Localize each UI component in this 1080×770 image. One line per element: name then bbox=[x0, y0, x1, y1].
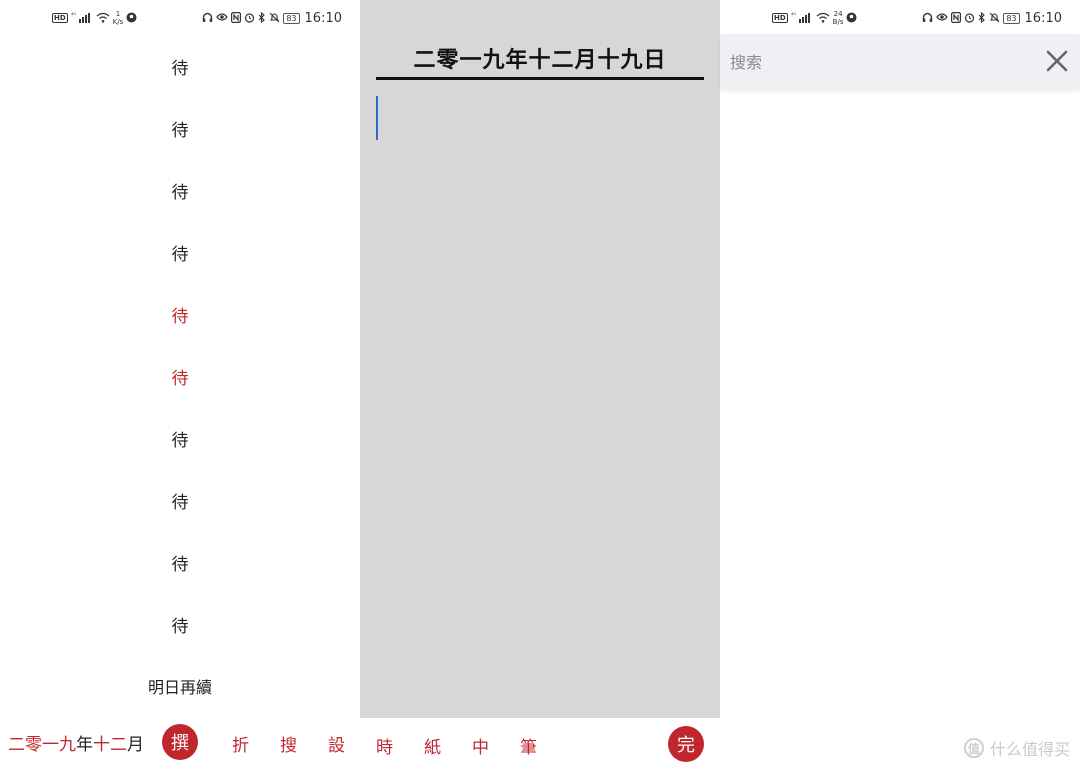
middle-button[interactable]: 中 bbox=[472, 733, 489, 758]
entry-list-panel: HD ⁴ᴳ 1 K/s 83 16:10 待 待 待 待 待 待 待 待 待 待… bbox=[0, 0, 360, 718]
list-item[interactable]: 待 bbox=[0, 302, 360, 327]
status-bar: HD ⁴ᴳ 1 K/s 83 16:10 bbox=[52, 0, 342, 36]
list-item[interactable]: 待 bbox=[0, 426, 360, 451]
nfc-icon bbox=[951, 11, 962, 25]
signal-icon: ⁴ᴳ bbox=[791, 11, 813, 25]
list-item[interactable]: 待 bbox=[0, 116, 360, 141]
settings-button[interactable]: 設 bbox=[328, 731, 345, 756]
compose-button[interactable]: 撰 bbox=[162, 724, 198, 760]
alarm-icon bbox=[244, 12, 255, 25]
watermark: 值 什么值得买 bbox=[963, 736, 1070, 760]
journal-editor-panel[interactable]: 二零一九年十二月十九日 bbox=[360, 0, 720, 718]
clock-time: 16:10 bbox=[1024, 10, 1062, 26]
wifi-icon bbox=[96, 12, 110, 25]
eye-icon bbox=[936, 12, 949, 24]
svg-text:⁴ᴳ: ⁴ᴳ bbox=[791, 12, 796, 19]
clock-time: 16:10 bbox=[304, 10, 342, 26]
list-item[interactable]: 待 bbox=[0, 178, 360, 203]
list-item[interactable]: 待 bbox=[0, 488, 360, 513]
search-panel: HD ⁴ᴳ 24 B/s 83 16:10 搜索 bbox=[720, 0, 1080, 718]
mute-icon bbox=[269, 12, 280, 25]
network-speed: 24 B/s bbox=[832, 10, 844, 26]
list-item[interactable]: 待 bbox=[0, 364, 360, 389]
fold-button[interactable]: 折 bbox=[232, 731, 249, 756]
paper-button[interactable]: 紙 bbox=[424, 733, 441, 758]
wifi-icon bbox=[816, 12, 830, 25]
svg-text:⁴ᴳ: ⁴ᴳ bbox=[71, 12, 76, 19]
watermark-text: 什么值得买 bbox=[989, 740, 1070, 759]
location-icon bbox=[846, 12, 857, 25]
hd-icon: HD bbox=[772, 13, 788, 23]
search-bar bbox=[720, 34, 1080, 90]
nfc-icon bbox=[231, 11, 242, 25]
battery-icon: 83 bbox=[1003, 12, 1020, 24]
list-item[interactable]: 待 bbox=[0, 550, 360, 575]
continue-tomorrow-label[interactable]: 明日再續 bbox=[0, 674, 360, 698]
brush-button[interactable]: 筆 bbox=[520, 733, 537, 758]
signal-icon: ⁴ᴳ bbox=[71, 11, 93, 25]
network-speed: 1 K/s bbox=[112, 10, 124, 26]
location-icon bbox=[126, 12, 137, 25]
title-divider bbox=[376, 77, 704, 80]
alarm-icon bbox=[964, 12, 975, 25]
list-item[interactable]: 待 bbox=[0, 240, 360, 265]
done-button[interactable]: 完 bbox=[668, 726, 704, 762]
list-item[interactable]: 待 bbox=[0, 612, 360, 637]
headset-icon bbox=[922, 12, 933, 25]
text-cursor bbox=[376, 96, 378, 140]
eye-icon bbox=[216, 12, 229, 24]
current-month-label[interactable]: 二零一九年十二月 bbox=[8, 730, 144, 755]
close-icon[interactable] bbox=[1044, 48, 1070, 74]
headset-icon bbox=[202, 12, 213, 25]
hd-icon: HD bbox=[52, 13, 68, 23]
watermark-logo: 值 bbox=[963, 738, 984, 758]
search-button[interactable]: 搜 bbox=[280, 731, 297, 756]
time-button[interactable]: 時 bbox=[376, 733, 393, 758]
bluetooth-icon bbox=[978, 11, 986, 25]
entry-date-title: 二零一九年十二月十九日 bbox=[413, 47, 667, 73]
status-bar: HD ⁴ᴳ 24 B/s 83 16:10 bbox=[772, 0, 1062, 36]
list-item[interactable]: 待 bbox=[0, 54, 360, 79]
battery-icon: 83 bbox=[283, 12, 300, 24]
search-input[interactable] bbox=[720, 42, 1020, 82]
bottom-toolbar: 二零一九年十二月 撰 折 搜 設 時 紙 中 筆 完 值 什么值得买 bbox=[0, 718, 1080, 770]
mute-icon bbox=[989, 12, 1000, 25]
bluetooth-icon bbox=[258, 11, 266, 25]
